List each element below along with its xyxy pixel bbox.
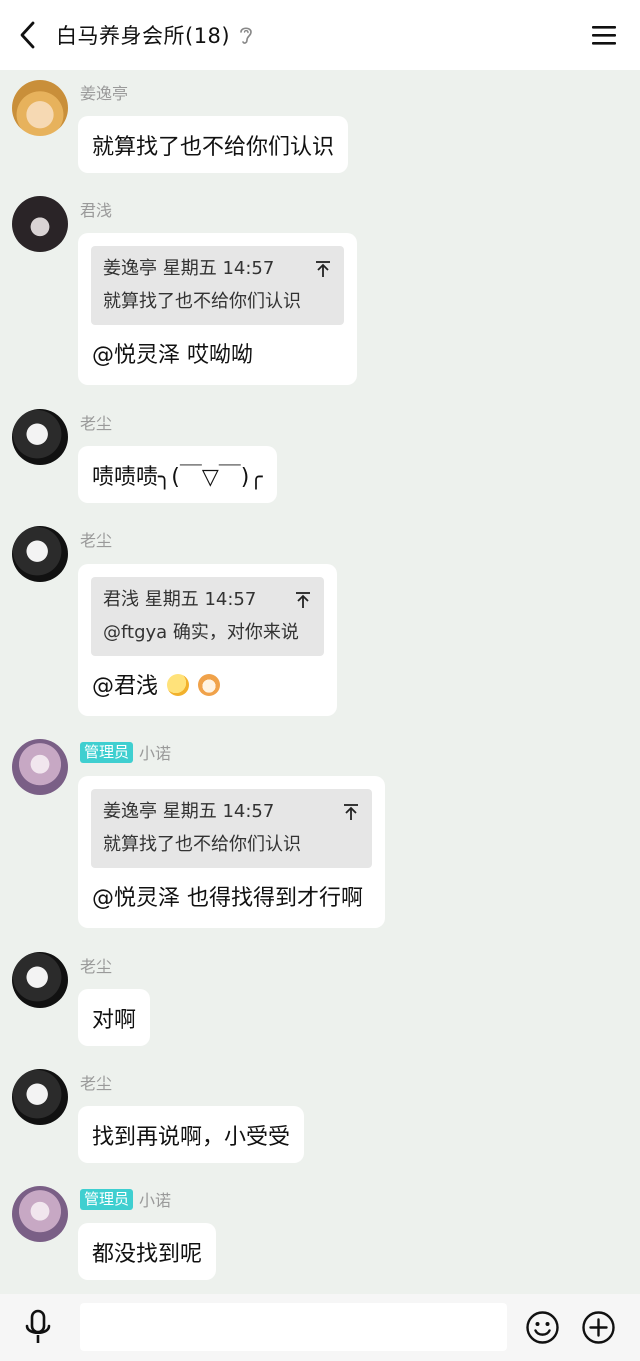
- dog-face-emoji-icon: [198, 674, 221, 696]
- sender-name: 小诺: [139, 744, 172, 763]
- sender-name: 君浅: [80, 201, 113, 220]
- more-actions-button[interactable]: [581, 1310, 616, 1345]
- avatar[interactable]: [12, 196, 68, 252]
- message-bubble[interactable]: 姜逸亭 星期五 14:57 就算找了也不给你们认识 @悦灵泽 哎呦呦: [78, 233, 357, 385]
- microphone-icon: [25, 1309, 51, 1343]
- message-bubble[interactable]: 对啊: [78, 989, 151, 1046]
- message-text: @悦灵泽 哎呦呦: [92, 343, 253, 368]
- emoji-button[interactable]: [525, 1310, 560, 1345]
- sender-name: 老尘: [80, 414, 113, 433]
- admin-badge: 管理员: [80, 741, 134, 763]
- avatar[interactable]: [12, 409, 68, 465]
- input-bar: [0, 1294, 640, 1361]
- message-bubble[interactable]: 都没找到呢: [78, 1223, 217, 1280]
- message-text: 就算找了也不给你们认识: [92, 134, 335, 160]
- quote-text: 就算找了也不给你们认识: [103, 291, 301, 312]
- jump-to-top-icon[interactable]: [294, 591, 312, 609]
- quote-header: 姜逸亭 星期五 14:57: [103, 801, 275, 822]
- message-text: 找到再说啊，小受受: [92, 1124, 291, 1150]
- avatar[interactable]: [12, 952, 68, 1008]
- avatar[interactable]: [12, 526, 68, 582]
- sender-name: 老尘: [80, 1074, 113, 1093]
- sender-name: 小诺: [139, 1191, 172, 1210]
- menu-button[interactable]: [590, 22, 618, 48]
- quote-text: 就算找了也不给你们认识: [103, 834, 301, 855]
- sender-name: 老尘: [80, 957, 113, 976]
- message-bubble[interactable]: 姜逸亭 星期五 14:57 就算找了也不给你们认识 @悦灵泽 也得找得到才行啊: [78, 776, 385, 928]
- quoted-message[interactable]: 姜逸亭 星期五 14:57 就算找了也不给你们认识: [91, 789, 372, 868]
- message-input[interactable]: [80, 1303, 507, 1351]
- avatar[interactable]: [12, 739, 68, 795]
- avatar[interactable]: [12, 80, 68, 136]
- back-button[interactable]: [2, 0, 54, 70]
- sender-name: 老尘: [80, 531, 113, 550]
- ear-icon: [238, 24, 254, 46]
- jump-to-top-icon[interactable]: [314, 260, 332, 278]
- quote-header: 君浅 星期五 14:57: [103, 589, 257, 610]
- message-bubble[interactable]: 君浅 星期五 14:57 @ftgya 确实，对你来说 @君浅: [78, 564, 337, 716]
- quoted-message[interactable]: 姜逸亭 星期五 14:57 就算找了也不给你们认识: [91, 246, 344, 325]
- quote-text: @ftgya 确实，对你来说: [103, 622, 299, 643]
- quoted-message[interactable]: 君浅 星期五 14:57 @ftgya 确实，对你来说: [91, 577, 324, 656]
- smiley-icon: [526, 1311, 559, 1344]
- plus-circle-icon: [582, 1311, 615, 1344]
- pondering-face-emoji-icon: [167, 674, 190, 696]
- avatar[interactable]: [12, 1186, 68, 1242]
- group-title: 白马养身会所(18): [56, 24, 231, 48]
- jump-to-top-icon[interactable]: [342, 803, 360, 821]
- message-text: 都没找到呢: [92, 1241, 203, 1267]
- admin-badge: 管理员: [80, 1188, 134, 1210]
- voice-input-button[interactable]: [22, 1308, 54, 1348]
- message-text: @悦灵泽 也得找得到才行啊: [92, 886, 363, 911]
- sender-name: 姜逸亭: [80, 84, 129, 103]
- message-bubble[interactable]: 找到再说啊，小受受: [78, 1106, 305, 1163]
- message-list[interactable]: 姜逸亭 就算找了也不给你们认识 君浅 姜逸亭 星期五 14:57 就算找了也不给…: [0, 70, 640, 1294]
- quote-header: 姜逸亭 星期五 14:57: [103, 258, 275, 279]
- message-text: 对啊: [92, 1007, 137, 1033]
- message-bubble[interactable]: 就算找了也不给你们认识: [78, 116, 349, 173]
- message-text: @君浅: [92, 674, 159, 699]
- hamburger-menu-icon: [592, 26, 616, 45]
- chevron-left-icon: [20, 21, 35, 49]
- message-bubble[interactable]: 啧啧啧╮(￣▽￣)╭: [78, 446, 277, 503]
- avatar[interactable]: [12, 1069, 68, 1125]
- chat-header: 白马养身会所(18): [0, 0, 640, 70]
- message-text: 啧啧啧╮(￣▽￣)╭: [92, 464, 263, 490]
